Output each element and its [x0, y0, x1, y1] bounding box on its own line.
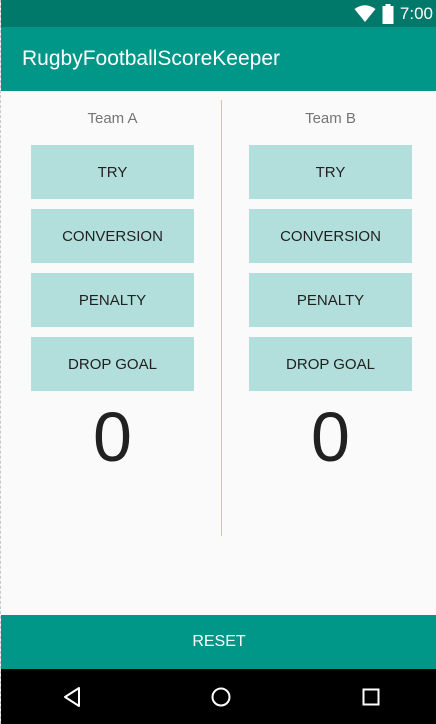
team-a-conversion-button[interactable]: CONVERSION: [31, 209, 194, 263]
team-a-score: 0: [93, 398, 132, 476]
reset-button[interactable]: RESET: [1, 615, 436, 669]
team-b-drop-goal-button[interactable]: DROP GOAL: [249, 337, 412, 391]
recent-apps-icon[interactable]: [357, 683, 385, 711]
team-a-column: Team A TRY CONVERSION PENALTY DROP GOAL …: [31, 91, 194, 475]
team-divider: [221, 100, 222, 536]
team-b-try-button[interactable]: TRY: [249, 145, 412, 199]
status-bar: 7:00: [1, 0, 436, 27]
battery-icon: [382, 3, 394, 24]
navigation-bar: [1, 669, 436, 724]
team-b-penalty-button[interactable]: PENALTY: [249, 273, 412, 327]
status-time: 7:00: [399, 3, 433, 23]
team-a-drop-goal-button[interactable]: DROP GOAL: [31, 337, 194, 391]
team-b-conversion-button[interactable]: CONVERSION: [249, 209, 412, 263]
screen: 7:00 RugbyFootballScoreKeeper Team A TRY…: [0, 0, 436, 724]
team-a-name: Team A: [87, 110, 138, 127]
team-b-name: Team B: [305, 110, 356, 127]
home-icon[interactable]: [207, 683, 235, 711]
back-icon[interactable]: [58, 683, 86, 711]
app-bar: RugbyFootballScoreKeeper: [1, 27, 436, 91]
team-b-score: 0: [311, 398, 350, 476]
team-a-try-button[interactable]: TRY: [31, 145, 194, 199]
team-a-penalty-button[interactable]: PENALTY: [31, 273, 194, 327]
wifi-icon: [354, 4, 376, 23]
team-b-column: Team B TRY CONVERSION PENALTY DROP GOAL …: [249, 91, 412, 475]
app-title: RugbyFootballScoreKeeper: [22, 47, 280, 70]
